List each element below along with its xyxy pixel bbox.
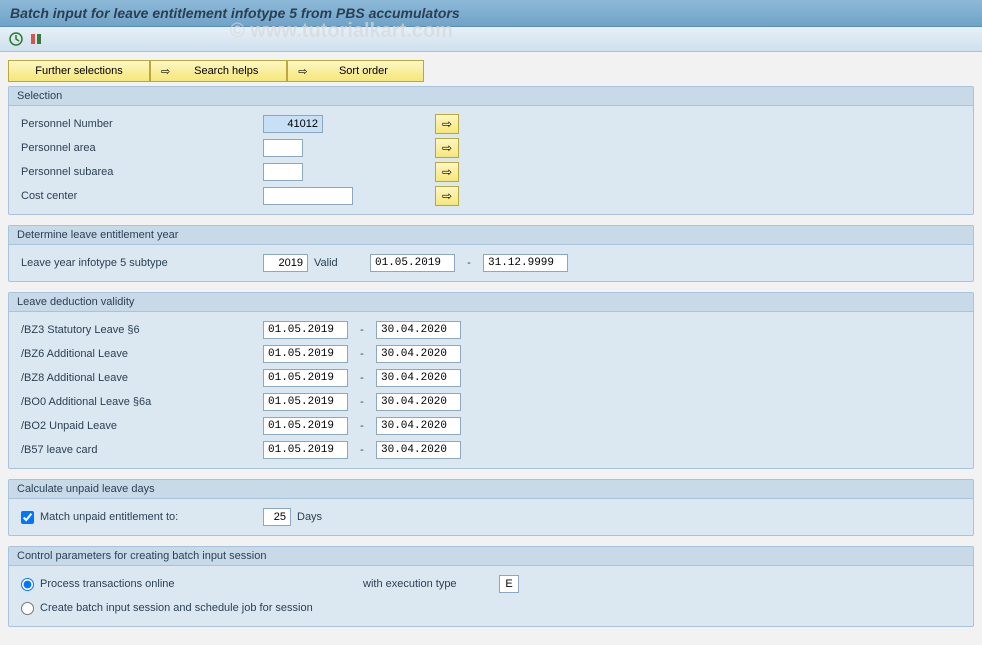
- field-label: /BZ6 Additional Leave: [17, 348, 257, 360]
- dash: -: [354, 420, 370, 432]
- form-row-match-unpaid: Match unpaid entitlement to: Days: [17, 505, 965, 529]
- personnel-subarea-input[interactable]: [263, 163, 303, 181]
- leave-deduction-panel: Leave deduction validity /BZ3 Statutory …: [8, 292, 974, 469]
- process-online-radio[interactable]: [21, 578, 34, 591]
- form-row-personnel-number: Personnel Number ⇨: [17, 112, 965, 136]
- field-label: Leave year infotype 5 subtype: [17, 257, 257, 269]
- form-row-leave-year: Leave year infotype 5 subtype Valid -: [17, 251, 965, 275]
- execute-icon[interactable]: [8, 31, 24, 47]
- arrow-right-icon: ⇨: [442, 165, 452, 179]
- deduction-to-input[interactable]: [376, 441, 461, 459]
- deduction-from-input[interactable]: [263, 345, 348, 363]
- panel-header: Control parameters for creating batch in…: [9, 547, 973, 566]
- deduction-to-input[interactable]: [376, 345, 461, 363]
- field-label: /BO2 Unpaid Leave: [17, 420, 257, 432]
- exec-type-label: with execution type: [363, 578, 493, 590]
- field-label: /B57 leave card: [17, 444, 257, 456]
- cost-center-input[interactable]: [263, 187, 353, 205]
- further-selections-button[interactable]: Further selections: [8, 60, 150, 82]
- deduction-from-input[interactable]: [263, 393, 348, 411]
- personnel-number-input[interactable]: [263, 115, 323, 133]
- exec-type-input[interactable]: [499, 575, 519, 593]
- dash: -: [354, 324, 370, 336]
- dash: -: [354, 396, 370, 408]
- app-toolbar: [0, 27, 982, 52]
- arrow-right-icon: ⇨: [442, 141, 452, 155]
- dash: -: [354, 444, 370, 456]
- deduction-from-input[interactable]: [263, 441, 348, 459]
- multiple-selection-button[interactable]: ⇨: [435, 114, 459, 134]
- dash: -: [461, 257, 477, 269]
- dash: -: [354, 348, 370, 360]
- calculate-unpaid-panel: Calculate unpaid leave days Match unpaid…: [8, 479, 974, 536]
- arrow-right-icon: ⇨: [298, 65, 307, 78]
- days-input[interactable]: [263, 508, 291, 526]
- sort-order-button[interactable]: ⇨ Sort order: [287, 60, 424, 82]
- search-helps-button[interactable]: ⇨ Search helps: [150, 60, 287, 82]
- arrow-right-icon: ⇨: [442, 189, 452, 203]
- form-row-create-batch: Create batch input session and schedule …: [17, 596, 965, 620]
- match-unpaid-checkbox[interactable]: [21, 511, 34, 524]
- deduction-to-input[interactable]: [376, 369, 461, 387]
- valid-from-input[interactable]: [370, 254, 455, 272]
- selection-panel: Selection Personnel Number ⇨ Personnel a…: [8, 86, 974, 215]
- multiple-selection-button[interactable]: ⇨: [435, 162, 459, 182]
- valid-to-input[interactable]: [483, 254, 568, 272]
- field-label: /BZ8 Additional Leave: [17, 372, 257, 384]
- form-row-cost-center: Cost center ⇨: [17, 184, 965, 208]
- multiple-selection-button[interactable]: ⇨: [435, 138, 459, 158]
- panel-header: Leave deduction validity: [9, 293, 973, 312]
- create-batch-radio[interactable]: [21, 602, 34, 615]
- selection-buttons: Further selections ⇨ Search helps ⇨ Sort…: [8, 60, 974, 82]
- field-label: Personnel subarea: [17, 166, 257, 178]
- form-row-personnel-area: Personnel area ⇨: [17, 136, 965, 160]
- multiple-selection-button[interactable]: ⇨: [435, 186, 459, 206]
- checkbox-label: Match unpaid entitlement to:: [40, 511, 178, 523]
- deduction-from-input[interactable]: [263, 369, 348, 387]
- panel-header: Selection: [9, 87, 973, 106]
- determine-year-panel: Determine leave entitlement year Leave y…: [8, 225, 974, 282]
- field-label: Personnel area: [17, 142, 257, 154]
- variant-icon[interactable]: [28, 31, 44, 47]
- leave-deduction-row: /B57 leave card -: [17, 438, 965, 462]
- leave-deduction-row: /BO0 Additional Leave §6a -: [17, 390, 965, 414]
- leave-deduction-row: /BZ3 Statutory Leave §6 -: [17, 318, 965, 342]
- leave-deduction-row: /BZ8 Additional Leave -: [17, 366, 965, 390]
- form-row-process-online: Process transactions online with executi…: [17, 572, 965, 596]
- days-label: Days: [297, 511, 322, 523]
- personnel-area-input[interactable]: [263, 139, 303, 157]
- form-row-personnel-subarea: Personnel subarea ⇨: [17, 160, 965, 184]
- page-title: Batch input for leave entitlement infoty…: [10, 5, 972, 21]
- field-label: /BO0 Additional Leave §6a: [17, 396, 257, 408]
- content: Further selections ⇨ Search helps ⇨ Sort…: [0, 52, 982, 645]
- panel-header: Calculate unpaid leave days: [9, 480, 973, 499]
- field-label: Cost center: [17, 190, 257, 202]
- deduction-to-input[interactable]: [376, 321, 461, 339]
- leave-deduction-row: /BO2 Unpaid Leave -: [17, 414, 965, 438]
- leave-deduction-row: /BZ6 Additional Leave -: [17, 342, 965, 366]
- valid-label: Valid: [314, 257, 364, 269]
- dash: -: [354, 372, 370, 384]
- leave-year-input[interactable]: [263, 254, 308, 272]
- panel-header: Determine leave entitlement year: [9, 226, 973, 245]
- control-params-panel: Control parameters for creating batch in…: [8, 546, 974, 627]
- title-bar: Batch input for leave entitlement infoty…: [0, 0, 982, 27]
- deduction-from-input[interactable]: [263, 321, 348, 339]
- arrow-right-icon: ⇨: [442, 117, 452, 131]
- deduction-from-input[interactable]: [263, 417, 348, 435]
- radio-label: Process transactions online: [40, 578, 175, 590]
- field-label: Personnel Number: [17, 118, 257, 130]
- arrow-right-icon: ⇨: [161, 65, 170, 78]
- radio-label: Create batch input session and schedule …: [40, 602, 313, 614]
- deduction-to-input[interactable]: [376, 417, 461, 435]
- field-label: /BZ3 Statutory Leave §6: [17, 324, 257, 336]
- deduction-to-input[interactable]: [376, 393, 461, 411]
